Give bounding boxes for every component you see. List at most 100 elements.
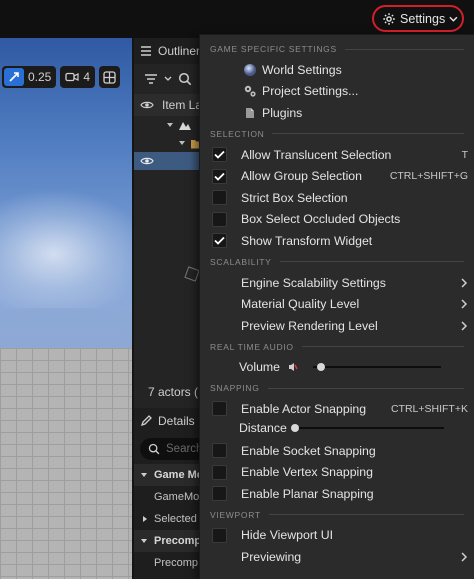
shortcut-label: CTRL+SHIFT+G (389, 170, 468, 183)
camera-speed-button[interactable]: 0.25 (2, 66, 57, 88)
details-search-input[interactable]: Search (140, 438, 208, 460)
distance-slider-knob[interactable] (291, 423, 300, 432)
checkbox-checked[interactable] (212, 233, 227, 249)
sky-cloud (0, 188, 132, 308)
search-icon[interactable] (178, 72, 192, 86)
eye-icon[interactable] (140, 156, 154, 166)
details-tab-label: Details (158, 414, 195, 428)
checkbox-checked[interactable] (212, 147, 227, 163)
layout-button[interactable] (99, 66, 121, 88)
shortcut-label: T (461, 148, 468, 161)
menu-item-label: Box Select Occluded Objects (241, 212, 401, 227)
globe-icon (240, 63, 260, 77)
plugin-icon (240, 106, 260, 120)
menu-item-label: Project Settings... (262, 84, 359, 99)
actor-cube-icon (184, 266, 200, 282)
menu-item-label: Enable Planar Snapping (241, 486, 374, 501)
volume-slider-track[interactable] (313, 366, 441, 369)
category-label: Game Mo (154, 469, 204, 481)
menu-item-label: Allow Translucent Selection (241, 147, 392, 162)
section-title: REAL TIME AUDIO (210, 341, 294, 352)
menu-item-enable-vertex-snapping[interactable]: Enable Vertex Snapping (200, 461, 474, 483)
speaker-muted-icon[interactable] (288, 362, 298, 372)
menu-item-allow-translucent-selection[interactable]: Allow Translucent Selection T (200, 144, 474, 166)
filter-icon[interactable] (144, 73, 158, 85)
menu-item-label: Enable Vertex Snapping (241, 465, 373, 480)
volume-row: Volume (200, 357, 474, 379)
checkbox-unchecked[interactable] (212, 190, 227, 206)
menu-item-strict-box-selection[interactable]: Strict Box Selection (200, 187, 474, 209)
level-viewport[interactable]: 0.25 4 (0, 38, 132, 579)
menu-item-label: Allow Group Selection (241, 169, 362, 184)
menu-item-label: World Settings (262, 62, 342, 77)
checkmark-icon (214, 150, 225, 159)
menu-item-world-settings[interactable]: World Settings (200, 59, 474, 81)
checkbox-unchecked[interactable] (212, 464, 227, 480)
eye-icon[interactable] (140, 100, 154, 110)
section-title: SNAPPING (210, 383, 260, 394)
submenu-arrow-icon (461, 552, 468, 562)
menu-item-material-quality[interactable]: Material Quality Level (200, 293, 474, 315)
menu-item-label: Show Transform Widget (241, 233, 373, 248)
checkmark-icon (214, 237, 225, 246)
gear-icon (383, 12, 395, 25)
section-game-specific: GAME SPECIFIC SETTINGS (200, 39, 474, 59)
viewport-toolbar: 0.25 4 (0, 64, 132, 90)
camera-speed-icon (4, 68, 24, 86)
chevron-down-icon (449, 16, 458, 22)
checkbox-unchecked[interactable] (212, 443, 227, 459)
menu-item-enable-socket-snapping[interactable]: Enable Socket Snapping (200, 440, 474, 462)
shortcut-label: CTRL+SHIFT+K (390, 402, 468, 415)
video-camera-icon (65, 72, 79, 82)
section-title: GAME SPECIFIC SETTINGS (210, 44, 337, 54)
settings-button[interactable]: Settings (372, 5, 464, 32)
collapse-arrow-icon (141, 473, 147, 477)
menu-item-plugins[interactable]: Plugins (200, 102, 474, 124)
section-real-time-audio: REAL TIME AUDIO (200, 337, 474, 357)
menu-item-label: Enable Actor Snapping (241, 401, 367, 416)
section-title: SELECTION (210, 128, 265, 139)
menu-item-preview-rendering[interactable]: Preview Rendering Level (200, 315, 474, 337)
menu-item-enable-actor-snapping[interactable]: Enable Actor Snapping CTRL+SHIFT+K (200, 398, 474, 420)
menu-item-engine-scalability[interactable]: Engine Scalability Settings (200, 272, 474, 294)
section-scalability: SCALABILITY (200, 252, 474, 272)
menu-item-project-settings[interactable]: Project Settings... (200, 81, 474, 103)
checkmark-icon (214, 172, 225, 181)
camera-value: 4 (83, 70, 91, 84)
checkbox-unchecked[interactable] (212, 401, 227, 417)
chevron-down-icon[interactable] (164, 76, 172, 82)
expand-arrow-icon (143, 516, 147, 522)
camera-button[interactable]: 4 (60, 66, 96, 88)
volume-slider-knob[interactable] (316, 363, 325, 372)
item-label-column[interactable]: Item La (162, 98, 202, 112)
menu-item-label: Previewing (241, 549, 302, 564)
menu-item-box-select-occluded[interactable]: Box Select Occluded Objects (200, 209, 474, 231)
menu-item-hide-viewport-ui[interactable]: Hide Viewport UI (200, 525, 474, 547)
settings-label: Settings (400, 11, 446, 26)
checkbox-checked[interactable] (212, 168, 227, 184)
section-title: SCALABILITY (210, 256, 272, 267)
menu-item-show-transform-widget[interactable]: Show Transform Widget (200, 230, 474, 252)
checkbox-unchecked[interactable] (212, 211, 227, 227)
menu-item-label: Plugins (262, 105, 303, 120)
distance-label: Distance (239, 420, 287, 435)
menu-item-allow-group-selection[interactable]: Allow Group Selection CTRL+SHIFT+G (200, 165, 474, 187)
checkbox-unchecked[interactable] (212, 527, 227, 543)
distance-slider-track[interactable] (292, 426, 444, 429)
volume-label: Volume (239, 360, 281, 375)
settings-dropdown-menu: GAME SPECIFIC SETTINGS World Settings Pr… (199, 34, 474, 579)
expand-arrow-icon[interactable] (166, 121, 174, 129)
section-selection: SELECTION (200, 124, 474, 144)
expand-arrow-icon[interactable] (178, 139, 186, 147)
distance-row: Distance (200, 420, 474, 436)
menu-item-previewing[interactable]: Previewing (200, 546, 474, 568)
checkbox-unchecked[interactable] (212, 486, 227, 502)
menu-item-enable-planar-snapping[interactable]: Enable Planar Snapping (200, 483, 474, 505)
section-viewport: VIEWPORT (200, 505, 474, 525)
row-label: Selected (154, 513, 197, 525)
menu-item-label: Preview Rendering Level (241, 318, 378, 333)
outliner-tab-label: Outliner (158, 44, 201, 58)
menu-item-label: Material Quality Level (241, 297, 360, 312)
submenu-arrow-icon (461, 278, 468, 288)
section-title: VIEWPORT (210, 509, 261, 520)
